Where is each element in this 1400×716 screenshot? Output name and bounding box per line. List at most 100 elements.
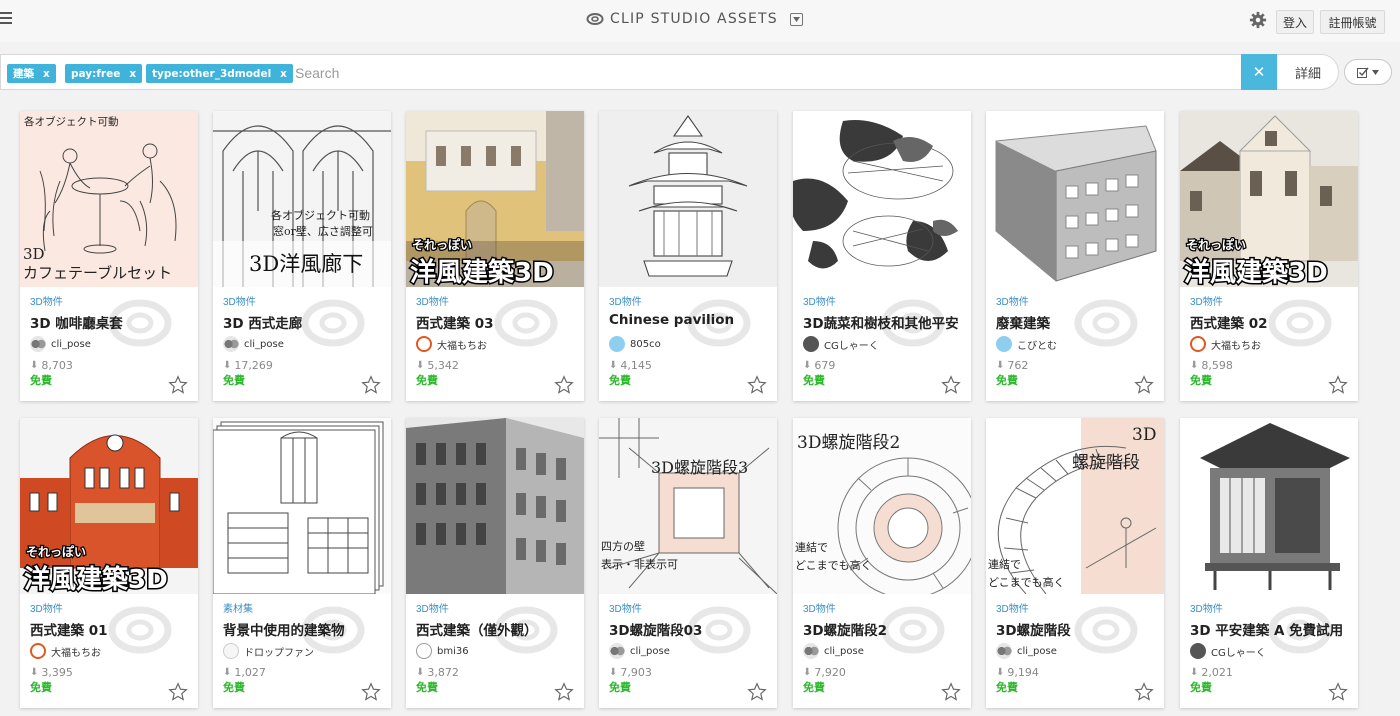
asset-thumbnail[interactable]: 3D螺旋階段3 四方の壁 表示・非表示可: [599, 418, 777, 594]
favorite-star-icon[interactable]: [941, 375, 961, 395]
price-label: 免費: [223, 681, 245, 694]
download-icon: ⬇: [996, 666, 1005, 678]
download-icon: ⬇: [803, 359, 812, 371]
thumb-text: 3D: [23, 245, 45, 263]
clear-search-button[interactable]: ✕: [1241, 54, 1277, 90]
asset-card[interactable]: 各オブジェクト可動 窓or壁、広さ調整可 3D洋風廊下 3D物件 3D 西式走廊…: [213, 111, 391, 401]
favorite-star-icon[interactable]: [1328, 375, 1348, 395]
download-count: ⬇ 2,021: [1190, 665, 1348, 679]
clip-watermark-icon: [108, 299, 172, 347]
favorite-star-icon[interactable]: [941, 682, 961, 702]
filter-tag-label: pay:free: [71, 67, 121, 80]
asset-thumbnail[interactable]: 3D螺旋階段2 連結で どこまでも高く: [793, 418, 971, 594]
asset-thumbnail[interactable]: [793, 111, 971, 287]
asset-card[interactable]: 各オブジェクト可動 3D カフェテーブルセット 3D物件 3D 咖啡廳桌套 cl…: [20, 111, 198, 401]
clip-studio-logo-icon: [586, 13, 604, 25]
asset-card[interactable]: 3D螺旋階段3 四方の壁 表示・非表示可 3D物件 3D螺旋階段03 cli_p…: [599, 418, 777, 708]
favorite-star-icon[interactable]: [747, 682, 767, 702]
avatar: [803, 643, 819, 659]
price-label: 免費: [223, 374, 245, 387]
advanced-search-button[interactable]: 詳細: [1279, 55, 1337, 89]
author-name: cli_pose: [630, 645, 670, 657]
asset-card[interactable]: 3D螺旋階段2 連結で どこまでも高く 3D物件 3D螺旋階段2 cli_pos…: [793, 418, 971, 708]
favorite-star-icon[interactable]: [361, 375, 381, 395]
search-input[interactable]: [295, 61, 1195, 85]
download-count-value: 7,903: [620, 665, 652, 679]
download-count-value: 9,194: [1007, 665, 1039, 679]
download-icon: ⬇: [1190, 666, 1199, 678]
author-name: 大福もちお: [51, 647, 101, 659]
price-label: 免費: [30, 374, 52, 387]
asset-info: 3D物件 Chinese pavilion 805co ⬇ 4,145 免費: [599, 287, 777, 401]
asset-thumbnail[interactable]: 各オブジェクト可動 窓or壁、広さ調整可 3D洋風廊下: [213, 111, 391, 287]
download-count-value: 8,598: [1201, 358, 1233, 372]
asset-card[interactable]: 素材集 背景中使用的建築物 ドロップファン ⬇ 1,027 免費: [213, 418, 391, 708]
favorite-star-icon[interactable]: [1328, 682, 1348, 702]
author-name: CGしゃーく: [1211, 647, 1266, 659]
asset-card[interactable]: 3D物件 廢棄建築 こびとむ ⬇ 762 免費: [986, 111, 1164, 401]
download-count: ⬇ 9,194: [996, 665, 1154, 679]
download-count: ⬇ 4,145: [609, 358, 767, 372]
favorite-star-icon[interactable]: [747, 375, 767, 395]
author-name: cli_pose: [824, 645, 864, 657]
filter-tag-label: type:other_3dmodel: [152, 67, 272, 80]
brand-dropdown-icon[interactable]: [789, 12, 803, 26]
asset-card[interactable]: 3D物件 3D 平安建築 A 免費試用 CGしゃーく ⬇ 2,021 免費: [1180, 418, 1358, 708]
asset-thumbnail[interactable]: [213, 418, 391, 594]
price-label: 免費: [1190, 374, 1212, 387]
asset-card[interactable]: 3D物件 西式建築（僅外觀） bmi36 ⬇ 3,872 免費: [406, 418, 584, 708]
thumb-text: 各オブジェクト可動: [24, 115, 119, 128]
asset-info: 3D物件 3D螺旋階段 cli_pose ⬇ 9,194 免費: [986, 594, 1164, 708]
clip-watermark-icon: [1074, 299, 1138, 347]
top-header: CLIP STUDIO ASSETS 登入 註冊帳號: [0, 0, 1400, 42]
asset-thumbnail[interactable]: それっぽい 洋風建築3D: [406, 111, 584, 287]
price-label: 免費: [416, 681, 438, 694]
download-count-value: 3,395: [41, 665, 73, 679]
asset-thumbnail[interactable]: [599, 111, 777, 287]
download-count: ⬇ 3,872: [416, 665, 574, 679]
asset-thumbnail[interactable]: [1180, 418, 1358, 594]
download-count-value: 4,145: [620, 358, 652, 372]
clip-watermark-icon: [301, 299, 365, 347]
thumb-text: 螺旋階段: [1072, 453, 1140, 473]
author-name: bmi36: [437, 645, 469, 657]
asset-thumbnail[interactable]: [986, 111, 1164, 287]
view-mode-toggle[interactable]: [1344, 59, 1392, 85]
remove-tag-icon[interactable]: x: [129, 68, 136, 80]
favorite-star-icon[interactable]: [168, 682, 188, 702]
asset-thumbnail[interactable]: 3D 螺旋階段 連結で どこまでも高く: [986, 418, 1164, 594]
asset-thumbnail[interactable]: それっぽい 洋風建築3D: [1180, 111, 1358, 287]
download-count-value: 17,269: [234, 358, 273, 372]
download-icon: ⬇: [803, 666, 812, 678]
settings-gear-icon[interactable]: [1249, 11, 1267, 29]
filter-tag-pay-free[interactable]: pay:free x: [65, 64, 143, 83]
remove-tag-icon[interactable]: x: [43, 68, 50, 80]
asset-thumbnail[interactable]: [406, 418, 584, 594]
avatar: [30, 336, 46, 352]
hamburger-menu-icon[interactable]: [0, 10, 12, 26]
asset-card[interactable]: 3D物件 Chinese pavilion 805co ⬇ 4,145 免費: [599, 111, 777, 401]
login-button[interactable]: 登入: [1276, 10, 1314, 34]
asset-card[interactable]: 3D物件 3D蔬菜和樹枝和其他平安 CGしゃーく ⬇ 679 免費: [793, 111, 971, 401]
author-name: cli_pose: [244, 338, 284, 350]
asset-thumbnail[interactable]: 各オブジェクト可動 3D カフェテーブルセット: [20, 111, 198, 287]
asset-card[interactable]: それっぽい 洋風建築3D 3D物件 西式建築 01 大福もちお ⬇ 3,395 …: [20, 418, 198, 708]
brand-logo[interactable]: CLIP STUDIO ASSETS: [586, 11, 803, 27]
favorite-star-icon[interactable]: [554, 375, 574, 395]
favorite-star-icon[interactable]: [1134, 375, 1154, 395]
asset-card[interactable]: それっぽい 洋風建築3D 3D物件 西式建築 03 大福もちお ⬇ 5,342 …: [406, 111, 584, 401]
filter-tag-building[interactable]: 建築 x: [7, 64, 56, 83]
favorite-star-icon[interactable]: [361, 682, 381, 702]
filter-tag-type[interactable]: type:other_3dmodel x: [146, 64, 293, 83]
asset-card[interactable]: それっぽい 洋風建築3D 3D物件 西式建築 02 大福もちお ⬇ 8,598 …: [1180, 111, 1358, 401]
signup-button[interactable]: 註冊帳號: [1320, 10, 1385, 34]
favorite-star-icon[interactable]: [168, 375, 188, 395]
remove-tag-icon[interactable]: x: [280, 68, 287, 80]
download-count: ⬇ 3,395: [30, 665, 188, 679]
favorite-star-icon[interactable]: [1134, 682, 1154, 702]
asset-card[interactable]: 3D 螺旋階段 連結で どこまでも高く 3D物件 3D螺旋階段 cli_pose…: [986, 418, 1164, 708]
asset-thumbnail[interactable]: それっぽい 洋風建築3D: [20, 418, 198, 594]
clip-watermark-icon: [1074, 606, 1138, 654]
favorite-star-icon[interactable]: [554, 682, 574, 702]
author-name: 大福もちお: [1211, 340, 1261, 352]
